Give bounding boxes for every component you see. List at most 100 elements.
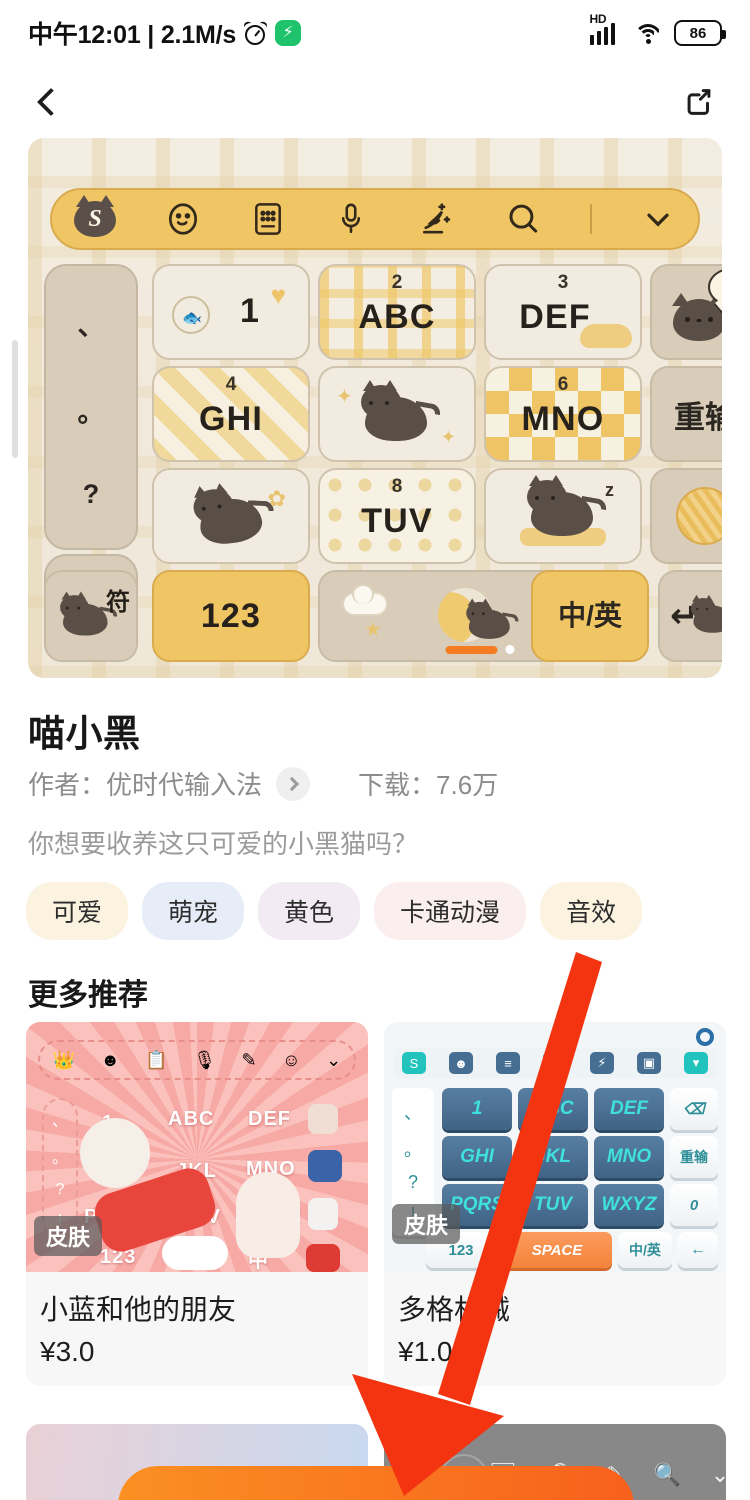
key-123[interactable]: 123 (152, 570, 310, 662)
space-moon-cat-icon (465, 598, 520, 640)
handwriting-icon (416, 200, 456, 238)
key-4-ghi[interactable]: 4 GHI (152, 366, 310, 462)
art-punc: 。 (404, 1139, 422, 1160)
chevron-down-icon: ⌄ (710, 1462, 726, 1487)
back-button[interactable] (28, 79, 74, 125)
tag-chip[interactable]: 黄色 (258, 882, 361, 940)
punctuation-key: 、 (77, 311, 105, 342)
art-key: MNO (594, 1136, 664, 1178)
download-count: 7.6万 (436, 770, 499, 800)
key-9-sleeping-cat[interactable]: z (484, 468, 642, 564)
phone-screen: 中午12:01 | 2.1M/s ⚡ HD 86 S 、 。 ? 🐟 1 ♥ 2… (0, 0, 750, 1500)
card-title: 多格机械 (398, 1294, 511, 1325)
space-indicator (445, 645, 515, 654)
card-title: 小蓝和他的朋友 (40, 1294, 237, 1325)
key-1[interactable]: 🐟 1 ♥ (152, 264, 310, 360)
yarn-ball-icon (676, 487, 722, 545)
art-punc: ? (407, 1172, 418, 1193)
pink-keyboard-art: 👑 ☻ 📋 🎙 ✎ ☺ ⌄ 、 。 ? ! (26, 1022, 368, 1272)
art-key-delete: ⌫ (670, 1088, 718, 1130)
chevron-down-icon: ⌄ (326, 1049, 342, 1070)
author-label: 作者： (28, 770, 107, 800)
art-punc: 、 (404, 1103, 422, 1124)
key-8-tuv[interactable]: 8 TUV (318, 468, 476, 564)
art-key: ABC (518, 1088, 588, 1130)
art-punc: 。 (51, 1149, 68, 1167)
tag-list: 可爱 萌宠 黄色 卡通动漫 音效 (26, 882, 643, 940)
tag-chip[interactable]: 卡通动漫 (374, 882, 527, 940)
punctuation-key: ? (82, 478, 100, 509)
chat-icon: ▣ (637, 1052, 661, 1074)
art-key-enter: ← (678, 1232, 718, 1268)
settings-icon: ≡ (496, 1052, 520, 1074)
preview-toolbar: S (50, 188, 700, 250)
recommendation-card[interactable]: S ☻ ≡ ▥ ⚡ ▣ ▾ 、 。 ? ! 1 ABC (384, 1022, 726, 1386)
crown-icon: 👑 (52, 1049, 76, 1070)
art-key: ABC (168, 1108, 215, 1130)
toolbar-divider (590, 204, 592, 234)
skin-badge: 皮肤 (34, 1216, 103, 1256)
handwriting-icon: ✎ (241, 1049, 257, 1070)
search-icon (504, 200, 542, 238)
card-price: ¥3.0 (40, 1336, 95, 1367)
emoji-icon: ☻ (449, 1052, 473, 1074)
cloud-icon (342, 584, 388, 616)
key-punctuation-column[interactable]: 、 。 ? (44, 264, 138, 550)
battery-saver-badge-icon: ⚡ (275, 20, 302, 46)
art-toolbar: S ☻ ≡ ▥ ⚡ ▣ ▾ (394, 1048, 716, 1078)
page-scrollbar[interactable] (12, 340, 18, 458)
sogou-logo-icon: S (402, 1052, 426, 1074)
battery-icon: 86 (674, 20, 726, 46)
art-key-reinput: 重输 (670, 1136, 718, 1178)
lying-cat-icon (189, 482, 275, 550)
key-delete[interactable]: X (650, 264, 722, 360)
hd-label: HD (589, 12, 607, 26)
chart-icon: ▥ (543, 1052, 567, 1074)
art-key: WXYZ (594, 1184, 664, 1226)
key-3-def[interactable]: 3 DEF (484, 264, 642, 360)
key-2-abc[interactable]: 2 ABC (318, 264, 476, 360)
lightning-icon: ⚡ (590, 1052, 614, 1074)
punctuation-key: 。 (77, 398, 105, 429)
nav-bar (0, 66, 750, 138)
key-6-mno[interactable]: 6 MNO (484, 366, 642, 462)
key-5-cat[interactable]: ✦ ✦ (318, 366, 476, 462)
art-key-space: SPACE (502, 1232, 612, 1268)
enter-cat-icon (690, 594, 722, 634)
tag-chip[interactable]: 可爱 (26, 882, 129, 940)
key-symbol[interactable]: 符 (44, 570, 138, 662)
microphone-icon (334, 200, 368, 238)
alarm-clock-icon (242, 19, 269, 46)
recommendations-heading: 更多推荐 (28, 979, 148, 1012)
card-price: ¥1.0 (398, 1336, 453, 1367)
microphone-icon: 🎙 (193, 1049, 217, 1070)
page-title: 喵小黑 (28, 713, 141, 754)
tag-chip[interactable]: 萌宠 (142, 882, 245, 940)
key-0-yarn[interactable] (650, 468, 722, 564)
status-time-and-speed: 中午12:01 | 2.1M/s (28, 21, 237, 49)
chevron-right-icon[interactable] (276, 766, 311, 801)
key-enter[interactable]: ↵ (658, 570, 722, 662)
wifi-icon (633, 21, 663, 45)
description-text: 你想要收养这只可爱的小黑猫吗？ (28, 829, 419, 859)
key-7-cat[interactable]: ✿ (152, 468, 310, 564)
tag-chip[interactable]: 音效 (540, 882, 643, 940)
status-bar-right: HD 86 (589, 12, 726, 46)
emoji-icon: ☻ (100, 1049, 120, 1070)
chevron-left-icon (36, 87, 66, 117)
primary-cta-button[interactable] (118, 1466, 634, 1500)
art-key: 1 (442, 1088, 512, 1130)
art-punc: 、 (51, 1112, 68, 1130)
status-bar-left: 中午12:01 | 2.1M/s ⚡ (28, 15, 302, 51)
status-bar: 中午12:01 | 2.1M/s ⚡ HD 86 (0, 0, 750, 66)
key-reinput[interactable]: 重输 (650, 366, 722, 462)
art-key: DEF (594, 1088, 664, 1130)
key-lang-toggle[interactable]: 中/英 (531, 570, 649, 662)
jumping-cat-icon (359, 380, 442, 443)
symbol-key-label: 符 (106, 589, 130, 616)
sticker-icon: ☺ (282, 1049, 301, 1070)
share-button[interactable] (676, 79, 722, 125)
keyboard-preview-hero[interactable]: S 、 。 ? 🐟 1 ♥ 2 ABC 3 DEF 4 GHI ✦ ✦ 6 MN… (28, 138, 722, 678)
author-name[interactable]: 优时代输入法 (106, 765, 262, 802)
recommendation-card[interactable]: 👑 ☻ 📋 🎙 ✎ ☺ ⌄ 、 。 ? ! (26, 1022, 368, 1386)
